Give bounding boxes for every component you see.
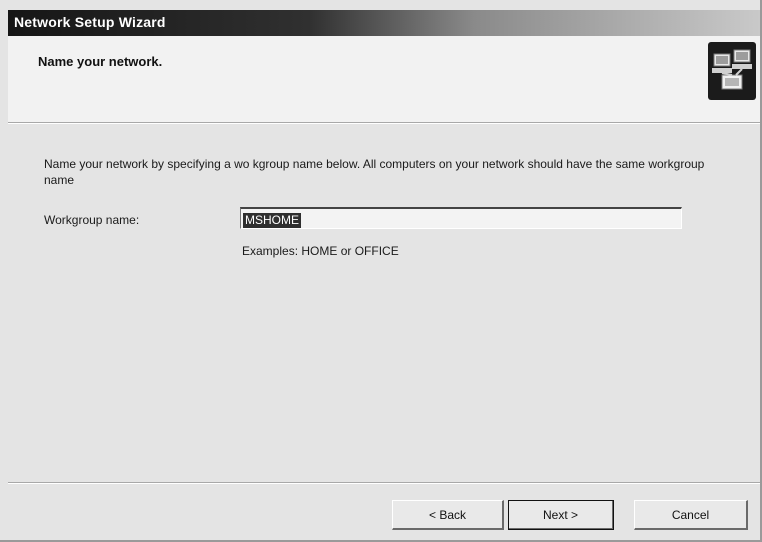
window-title: Network Setup Wizard (14, 14, 166, 30)
workgroup-name-input[interactable]: MSHOME (240, 207, 682, 229)
workgroup-name-label: Workgroup name: (44, 213, 140, 227)
footer-separator (8, 482, 760, 484)
cancel-button[interactable]: Cancel (634, 500, 748, 530)
back-button[interactable]: < Back (392, 500, 504, 530)
network-computers-icon (708, 42, 756, 100)
next-button[interactable]: Next > (508, 500, 614, 530)
workgroup-name-value: MSHOME (243, 213, 301, 228)
instructions-text: Name your network by specifying a wo kgr… (44, 157, 705, 187)
network-setup-wizard-window: Network Setup Wizard Name your network. … (0, 0, 762, 542)
title-bar[interactable]: Network Setup Wizard (8, 10, 760, 36)
header-separator (8, 122, 760, 124)
wizard-header: Name your network. (8, 36, 760, 122)
workgroup-examples-text: Examples: HOME or OFFICE (242, 244, 399, 258)
page-title: Name your network. (38, 54, 163, 69)
